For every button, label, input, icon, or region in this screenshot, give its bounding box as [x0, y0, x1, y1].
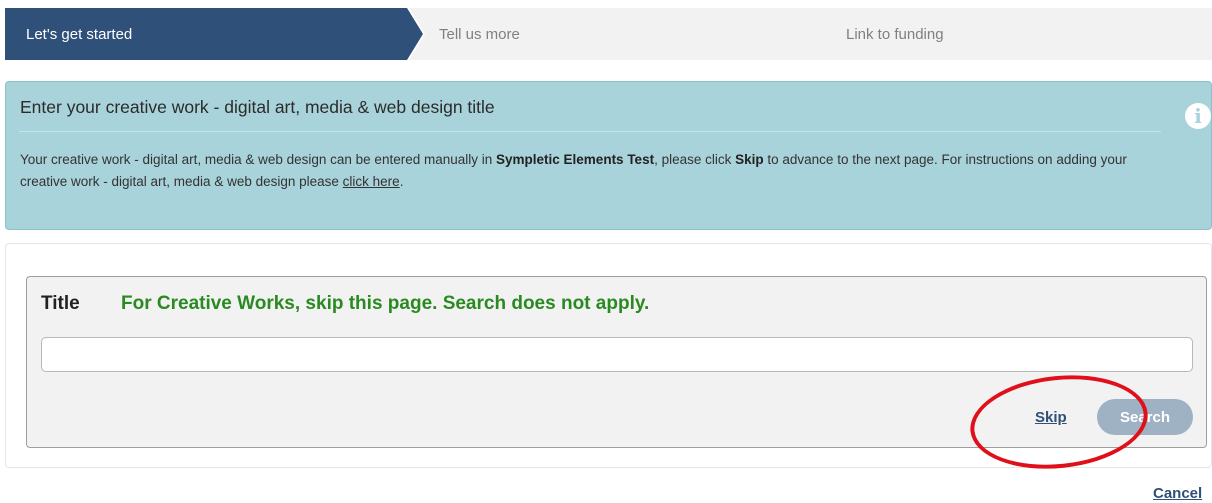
title-input[interactable]: [41, 337, 1193, 372]
step-tell-us-more[interactable]: Tell us more: [409, 8, 835, 60]
info-icon: i: [1185, 103, 1211, 129]
progress-stepper: Let's get started Tell us more Link to f…: [5, 8, 1212, 60]
step-label: Link to funding: [846, 25, 944, 43]
step-label: Let's get started: [26, 25, 133, 43]
instructions-link[interactable]: click here: [343, 174, 400, 189]
info-text-part: .: [399, 174, 404, 189]
title-label: Title: [41, 293, 80, 314]
info-title: Enter your creative work - digital art, …: [20, 97, 495, 117]
info-text-part: Your creative work - digital art, media …: [20, 152, 497, 167]
cancel-button[interactable]: Cancel: [1153, 485, 1202, 502]
skip-notice: For Creative Works, skip this page. Sear…: [121, 293, 650, 314]
info-panel: Enter your creative work - digital art, …: [5, 81, 1212, 230]
skip-word: Skip: [735, 152, 764, 167]
info-text-part: , please click: [654, 152, 736, 167]
info-text: Your creative work - digital art, media …: [20, 149, 1130, 193]
step-label: Tell us more: [439, 25, 520, 43]
info-divider: [19, 131, 1161, 132]
step-link-to-funding[interactable]: Link to funding: [817, 8, 1212, 60]
step-lets-get-started[interactable]: Let's get started: [5, 8, 423, 60]
system-name: Sympletic Elements Test: [496, 152, 655, 167]
